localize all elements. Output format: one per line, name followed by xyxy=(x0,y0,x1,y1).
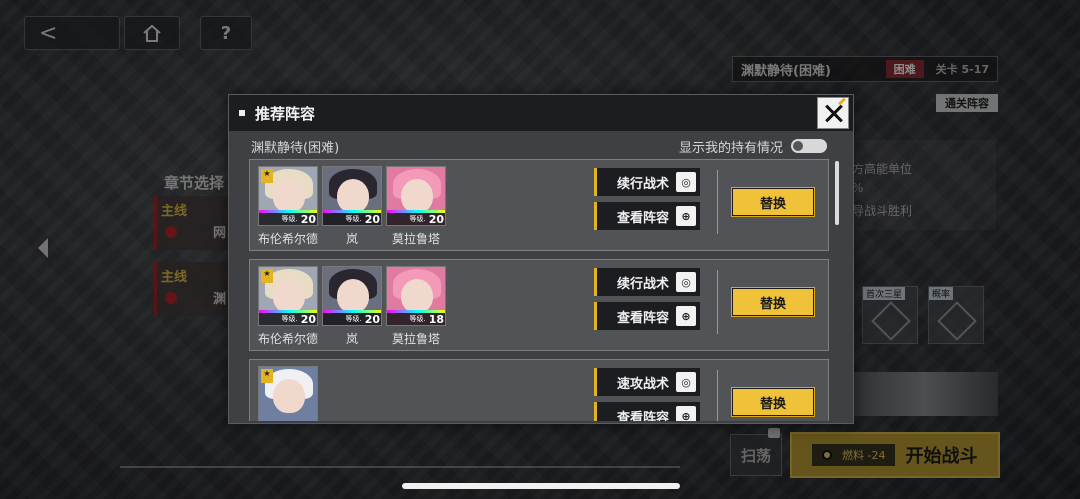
tactic-button[interactable]: 速攻战术 ◎ xyxy=(594,368,700,396)
home-indicator[interactable] xyxy=(402,483,680,489)
tactic-icon: ◎ xyxy=(676,272,696,292)
level-bar: 等级. 20 xyxy=(323,212,381,226)
character-name: 莫拉鲁塔 xyxy=(391,232,440,246)
level-value: 20 xyxy=(364,212,380,226)
magnifier-icon: ⊕ xyxy=(676,206,696,226)
level-value: 20 xyxy=(300,312,316,326)
level-bar: 等级. 18 xyxy=(387,312,445,326)
toggle-knob xyxy=(793,141,803,151)
rank-icon: ★ xyxy=(261,169,273,183)
modal-title: 推荐阵容 xyxy=(255,104,316,123)
team-card: ★ 速攻战术 ◎ 查看阵容 ⊕ 替换 xyxy=(249,359,829,421)
scrollbar[interactable] xyxy=(835,161,839,225)
level-bar: 等级. 20 xyxy=(259,212,317,226)
character-portrait: 等级. 20 xyxy=(386,166,446,226)
character-slot[interactable]: ★ xyxy=(258,366,318,421)
character-name: 岚 xyxy=(345,332,358,346)
face xyxy=(401,179,433,213)
divider xyxy=(717,170,718,234)
modal-subheader: 渊默静待(困难) 显示我的持有情况 xyxy=(251,135,827,157)
team-card: ★ 等级. 20 布伦希尔德 等级. 20 岚 xyxy=(249,259,829,351)
team-list[interactable]: ★ 等级. 20 布伦希尔德 等级. 20 岚 等级. 20 莫拉鲁塔 续行战术… xyxy=(249,159,829,421)
view-team-label: 查看阵容 xyxy=(617,210,670,226)
recommended-team-modal: 推荐阵容 渊默静待(困难) 显示我的持有情况 ★ 等级. 20 布伦希尔德 等级… xyxy=(228,94,854,424)
character-portrait: ★ xyxy=(258,366,318,421)
magnifier-icon: ⊕ xyxy=(676,406,696,421)
tactic-icon: ◎ xyxy=(676,172,696,192)
tactic-button[interactable]: 续行战术 ◎ xyxy=(594,168,700,196)
ownership-toggle[interactable] xyxy=(791,139,827,153)
character-name: 布伦希尔德 xyxy=(258,332,319,346)
replace-button[interactable]: 替换 xyxy=(731,387,815,417)
level-value: 20 xyxy=(364,312,380,326)
divider xyxy=(717,370,718,421)
face xyxy=(337,179,369,213)
tactic-icon: ◎ xyxy=(676,372,696,392)
rank-icon: ★ xyxy=(261,369,273,383)
character-slot[interactable]: ★ 等级. 20 布伦希尔德 xyxy=(258,266,318,347)
character-portrait: 等级. 18 xyxy=(386,266,446,326)
level-bar: 等级. 20 xyxy=(259,312,317,326)
team-card: ★ 等级. 20 布伦希尔德 等级. 20 岚 xyxy=(249,159,829,251)
view-team-button[interactable]: 查看阵容 ⊕ xyxy=(594,202,700,230)
character-portrait: 等级. 20 xyxy=(322,266,382,326)
replace-button[interactable]: 替换 xyxy=(731,287,815,317)
view-team-label: 查看阵容 xyxy=(617,410,670,422)
title-square-icon xyxy=(239,110,245,116)
character-slot[interactable]: 等级. 20 岚 xyxy=(322,266,382,347)
tactic-button[interactable]: 续行战术 ◎ xyxy=(594,268,700,296)
face xyxy=(273,179,305,213)
game-screen: < ? 章节选择 主线 网 主线 渊 渊默静待(困难) 困难 关卡 5-17 通… xyxy=(0,0,1080,499)
face xyxy=(273,279,305,313)
close-accent xyxy=(838,97,846,106)
divider xyxy=(717,270,718,334)
view-team-button[interactable]: 查看阵容 ⊕ xyxy=(594,302,700,330)
stage-name: 渊默静待(困难) xyxy=(251,140,340,156)
replace-button[interactable]: 替换 xyxy=(731,187,815,217)
face xyxy=(337,279,369,313)
ownership-toggle-label: 显示我的持有情况 xyxy=(678,140,783,156)
face xyxy=(401,279,433,313)
character-name: 莫拉鲁塔 xyxy=(391,332,440,346)
character-slot[interactable]: 等级. 18 莫拉鲁塔 xyxy=(386,266,446,347)
level-bar: 等级. 20 xyxy=(323,312,381,326)
level-value: 20 xyxy=(300,212,316,226)
magnifier-icon: ⊕ xyxy=(676,306,696,326)
close-button[interactable] xyxy=(817,97,849,129)
view-team-button[interactable]: 查看阵容 ⊕ xyxy=(594,402,700,421)
character-portrait: ★ 等级. 20 xyxy=(258,266,318,326)
character-slot[interactable]: 等级. 20 莫拉鲁塔 xyxy=(386,166,446,247)
character-portrait: ★ 等级. 20 xyxy=(258,166,318,226)
character-slot[interactable]: ★ 等级. 20 布伦希尔德 xyxy=(258,166,318,247)
face xyxy=(273,379,305,413)
character-name: 布伦希尔德 xyxy=(258,232,319,246)
character-portrait: 等级. 20 xyxy=(322,166,382,226)
rank-icon: ★ xyxy=(261,269,273,283)
level-value: 18 xyxy=(428,312,444,326)
character-name: 岚 xyxy=(345,232,358,246)
level-bar: 等级. 20 xyxy=(387,212,445,226)
tactic-label: 续行战术 xyxy=(617,176,670,192)
level-value: 20 xyxy=(428,212,444,226)
tactic-label: 续行战术 xyxy=(617,276,670,292)
view-team-label: 查看阵容 xyxy=(617,310,670,326)
tactic-label: 速攻战术 xyxy=(617,376,670,392)
modal-header: 推荐阵容 xyxy=(229,95,853,131)
character-slot[interactable]: 等级. 20 岚 xyxy=(322,166,382,247)
